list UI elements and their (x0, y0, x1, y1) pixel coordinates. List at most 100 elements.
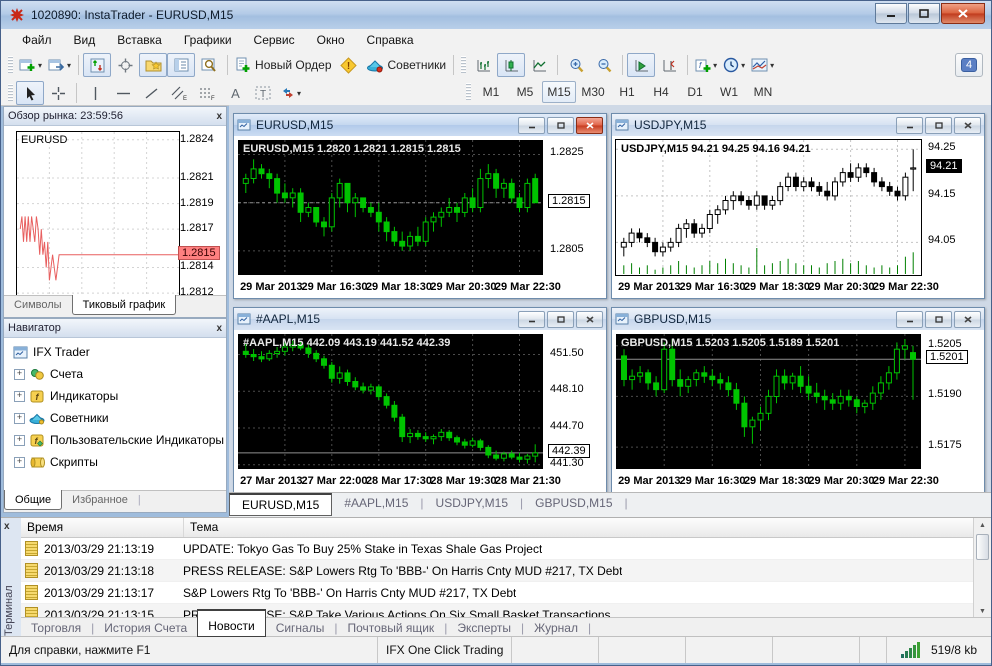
close-button[interactable] (576, 310, 603, 328)
tree-item-indicators[interactable]: + f Индикаторы (6, 385, 224, 407)
new-order-button[interactable]: Новый Ордер (232, 53, 334, 77)
tab-trade[interactable]: Торговля (21, 618, 91, 638)
expand-icon[interactable]: + (14, 434, 25, 446)
expand-icon[interactable]: + (14, 456, 25, 468)
data-window-button[interactable] (111, 53, 139, 77)
menu-file[interactable]: Файл (11, 30, 63, 50)
close-button[interactable] (941, 3, 985, 24)
expand-icon[interactable]: + (14, 412, 25, 424)
expand-icon[interactable]: + (14, 368, 25, 380)
tree-item-accounts[interactable]: + Счета (6, 363, 224, 385)
tab-tick-chart[interactable]: Тиковый график (71, 295, 177, 315)
chart-window-titlebar[interactable]: EURUSD,M15 (234, 114, 606, 137)
minimize-button[interactable] (896, 310, 923, 328)
chart-window-titlebar[interactable]: GBPUSD,M15 (612, 308, 984, 331)
tick-chart[interactable]: EURUSD (16, 131, 180, 303)
toolbar-grip[interactable] (8, 84, 13, 102)
scroll-down-icon[interactable]: ▼ (974, 604, 991, 618)
text-button[interactable]: A (221, 81, 249, 105)
timeframe-mn[interactable]: MN (746, 81, 780, 103)
horizontal-line-button[interactable] (109, 81, 137, 105)
tab-symbols[interactable]: Символы (4, 296, 72, 314)
status-trading-mode[interactable]: IFX One Click Trading (378, 637, 513, 663)
arrows-button[interactable]: ▾ (277, 81, 305, 105)
periods-button[interactable]: ▾ (720, 53, 748, 77)
minimize-button[interactable] (875, 3, 907, 24)
tab-common[interactable]: Общие (4, 490, 63, 510)
tab-account-history[interactable]: История Счета (94, 618, 197, 638)
templates-button[interactable]: ▾ (748, 53, 777, 77)
toolbar-grip[interactable] (466, 83, 471, 101)
crosshair-tool-button[interactable] (44, 81, 72, 105)
close-icon[interactable]: x (216, 111, 222, 122)
timeframe-m15[interactable]: M15 (542, 81, 576, 103)
column-time[interactable]: Время (21, 518, 184, 537)
timeframe-h1[interactable]: H1 (610, 81, 644, 103)
chart-window-eurusd[interactable]: EURUSD,M15 EURUSD,M15 1.2820 1.2821 1.28… (233, 113, 607, 299)
expand-icon[interactable]: + (14, 390, 25, 402)
restore-button[interactable] (925, 310, 952, 328)
scrollbar-thumb[interactable] (976, 534, 989, 560)
news-row[interactable]: 2013/03/29 21:13:18 PRESS RELEASE: S&P L… (21, 560, 974, 582)
bar-chart-button[interactable] (469, 53, 497, 77)
trendline-button[interactable] (137, 81, 165, 105)
text-label-button[interactable]: T (249, 81, 277, 105)
line-chart-button[interactable] (525, 53, 553, 77)
toolbar-grip[interactable] (8, 56, 13, 74)
scroll-up-icon[interactable]: ▲ (974, 518, 991, 532)
column-topic[interactable]: Тема (184, 518, 974, 537)
maximize-button[interactable] (908, 3, 940, 24)
price-chart[interactable]: GBPUSD,M15 1.5203 1.5205 1.5189 1.5201 (615, 333, 922, 470)
news-row[interactable]: 2013/03/29 21:13:17 S&P Lowers Rtg To 'B… (21, 582, 974, 604)
cursor-button[interactable] (16, 81, 44, 105)
timeframe-d1[interactable]: D1 (678, 81, 712, 103)
menu-view[interactable]: Вид (63, 30, 107, 50)
toolbar-grip[interactable] (461, 56, 467, 74)
tree-item-experts[interactable]: + Советники (6, 407, 224, 429)
tree-item-root[interactable]: IFX Trader (6, 341, 224, 363)
auto-scroll-button[interactable] (627, 53, 656, 77)
chart-tab-eurusd[interactable]: EURUSD,M15 (229, 493, 333, 516)
advisors-button[interactable]: Советники (363, 53, 450, 77)
tab-news[interactable]: Новости (197, 609, 266, 637)
timeframe-h4[interactable]: H4 (644, 81, 678, 103)
chart-window-gbpusd[interactable]: GBPUSD,M15 GBPUSD,M15 1.5203 1.5205 1.51… (611, 307, 985, 493)
tab-experts[interactable]: Эксперты (447, 618, 521, 638)
chart-window-aapl[interactable]: #AAPL,M15 #AAPL,M15 442.09 443.19 441.52… (233, 307, 607, 493)
minimize-button[interactable] (896, 116, 923, 134)
close-button[interactable] (576, 116, 603, 134)
minimize-button[interactable] (518, 310, 545, 328)
menu-insert[interactable]: Вставка (106, 30, 173, 50)
menu-charts[interactable]: Графики (173, 30, 243, 50)
alerts-button[interactable]: ! (335, 53, 363, 77)
close-icon[interactable]: x (216, 323, 222, 334)
zoom-in-button[interactable] (562, 53, 590, 77)
menu-tools[interactable]: Сервис (243, 30, 306, 50)
news-row[interactable]: 2013/03/29 21:13:19 UPDATE: Tokyo Gas To… (21, 538, 974, 560)
news-row[interactable]: 2013/03/29 21:13:15 PRESS RELEASE: S&P T… (21, 604, 974, 618)
chart-shift-button[interactable] (655, 53, 683, 77)
equidistant-channel-button[interactable]: E (165, 81, 193, 105)
chart-window-titlebar[interactable]: #AAPL,M15 (234, 308, 606, 331)
vertical-line-button[interactable] (81, 81, 109, 105)
tab-signals[interactable]: Сигналы (266, 618, 335, 638)
minimize-button[interactable] (518, 116, 545, 134)
timeframe-m5[interactable]: M5 (508, 81, 542, 103)
tab-favorites[interactable]: Избранное (62, 491, 138, 509)
chart-window-titlebar[interactable]: USDJPY,M15 (612, 114, 984, 137)
timeframe-m1[interactable]: M1 (474, 81, 508, 103)
price-chart[interactable]: EURUSD,M15 1.2820 1.2821 1.2815 1.2815 (237, 139, 544, 276)
timeframe-w1[interactable]: W1 (712, 81, 746, 103)
chart-tab-aapl[interactable]: #AAPL,M15 (332, 493, 420, 513)
menu-help[interactable]: Справка (356, 30, 425, 50)
timeframe-m30[interactable]: M30 (576, 81, 610, 103)
price-chart[interactable]: USDJPY,M15 94.21 94.25 94.16 94.21 (615, 139, 922, 276)
notifications-button[interactable]: 4 (955, 53, 983, 77)
new-chart-button[interactable]: ▾ (16, 53, 45, 77)
price-chart[interactable]: #AAPL,M15 442.09 443.19 441.52 442.39 (237, 333, 544, 470)
zoom-out-button[interactable] (590, 53, 618, 77)
close-button[interactable] (954, 116, 981, 134)
restore-button[interactable] (925, 116, 952, 134)
candlestick-button[interactable] (497, 53, 526, 77)
tree-item-custom-indicators[interactable]: + f Пользовательские Индикаторы (6, 429, 224, 451)
